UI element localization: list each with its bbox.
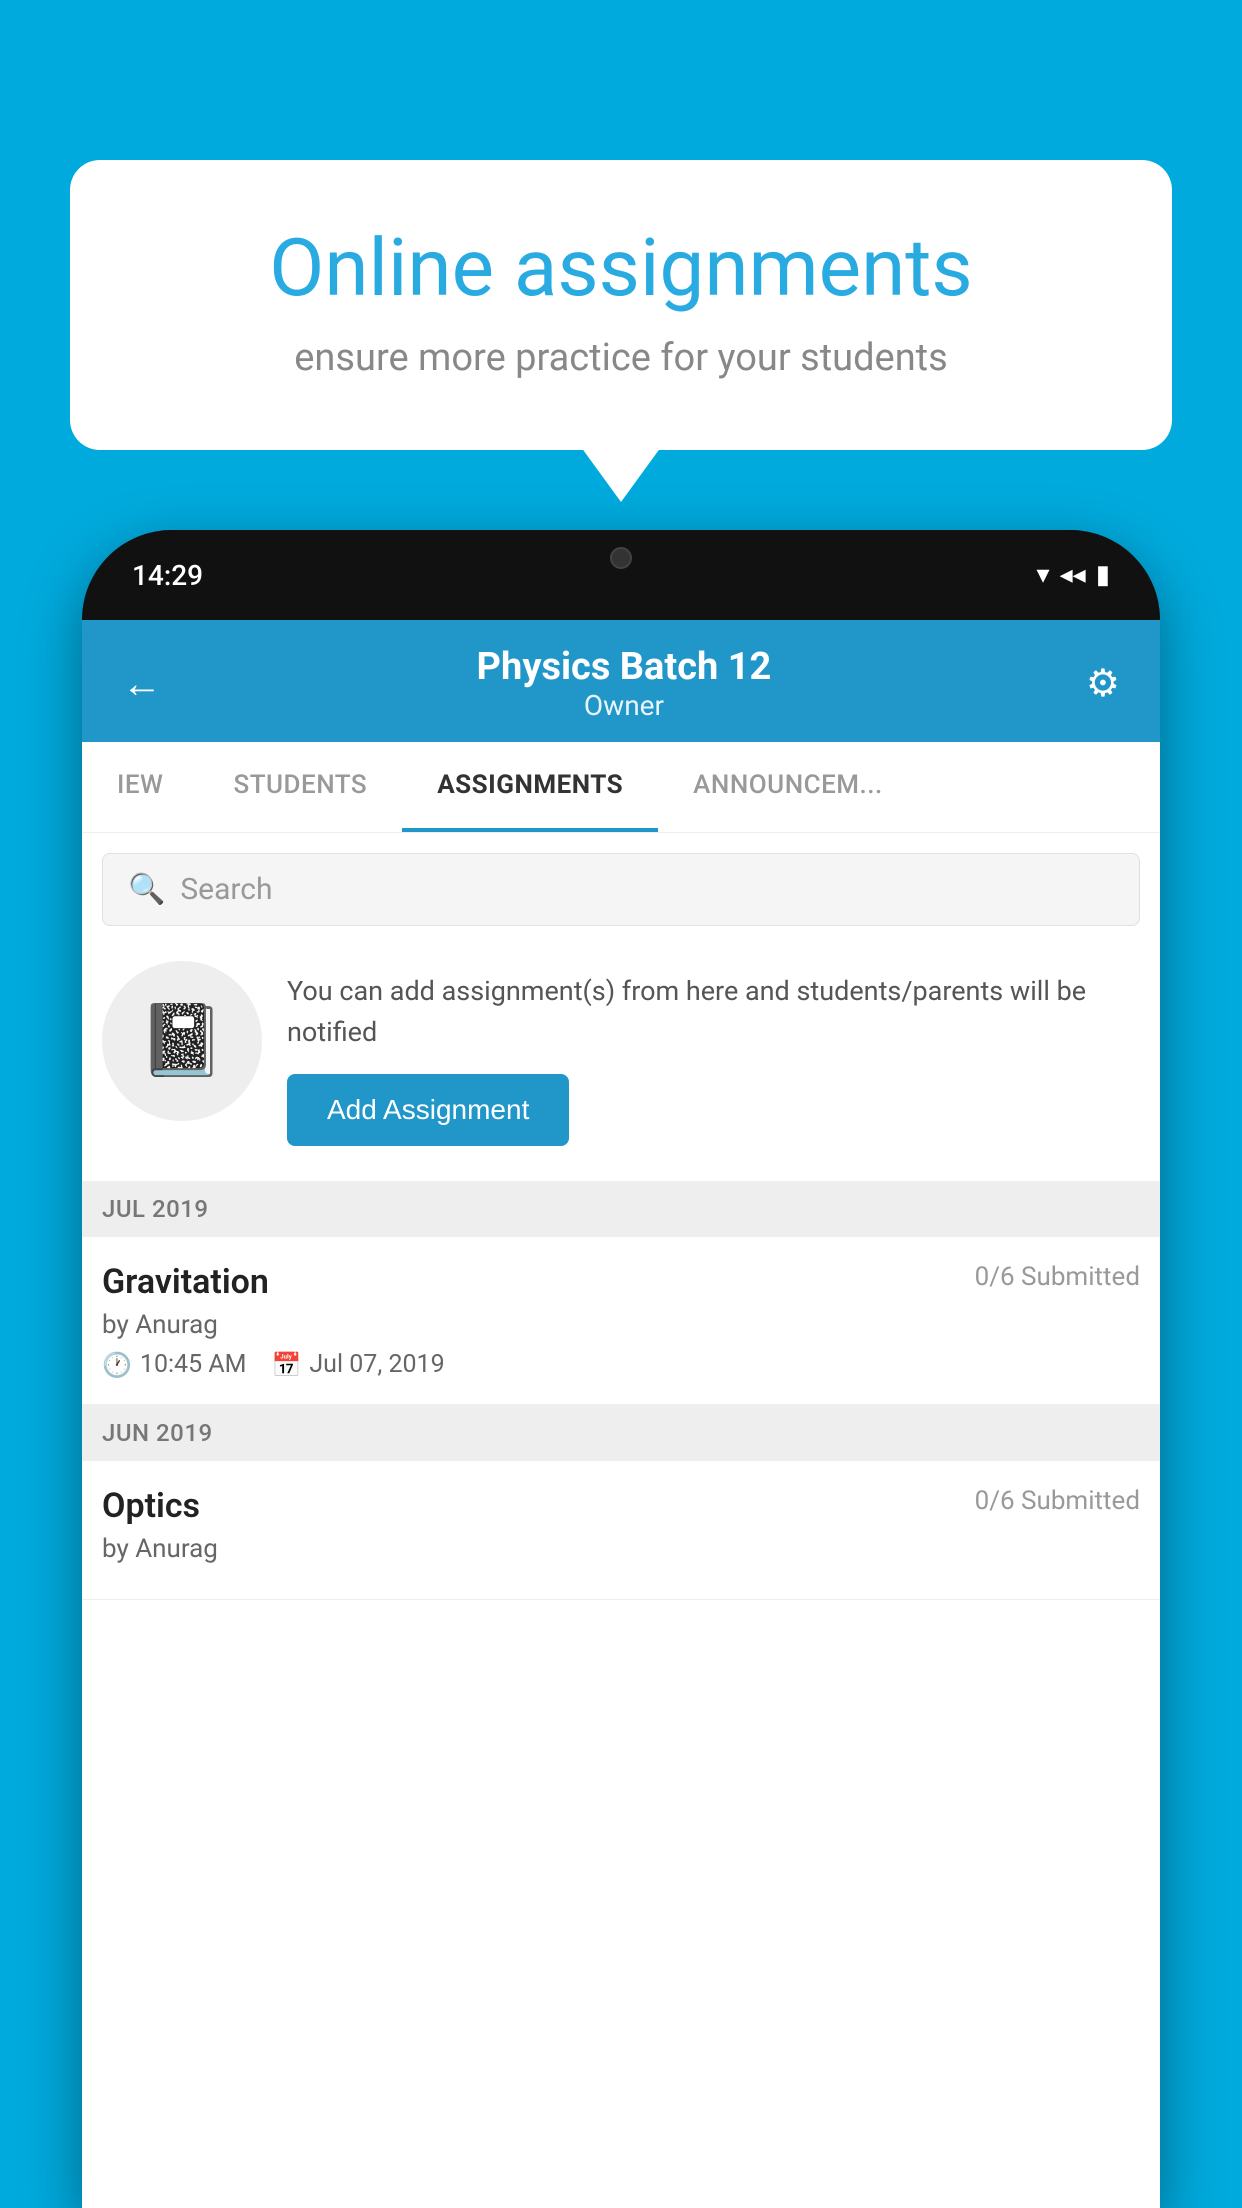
tab-iew[interactable]: IEW [82,742,198,832]
search-container: 🔍 Search [82,833,1160,946]
header-subtitle: Owner [477,689,772,722]
tab-announcements[interactable]: ANNOUNCEM... [658,742,918,832]
assignment-optics-name: Optics [102,1486,200,1526]
section-jul-2019: JUL 2019 [82,1181,1160,1237]
header-center: Physics Batch 12 Owner [477,645,772,722]
speech-bubble-card: Online assignments ensure more practice … [70,160,1172,450]
signal-icon: ◂◂ [1060,560,1086,590]
phone-frame: 14:29 ▾ ◂◂ ▮ ← Physics Batch 12 Owner ⚙ … [82,530,1160,2208]
search-bar[interactable]: 🔍 Search [102,853,1140,926]
tab-assignments[interactable]: ASSIGNMENTS [402,742,658,832]
assignment-gravitation-time: 🕐 10:45 AM [102,1350,246,1379]
assignment-gravitation-submitted: 0/6 Submitted [975,1262,1140,1292]
assignment-gravitation-header: Gravitation 0/6 Submitted [102,1262,1140,1302]
status-bar: 14:29 ▾ ◂◂ ▮ [82,530,1160,620]
assignment-gravitation-date: 📅 Jul 07, 2019 [271,1350,444,1379]
assignment-gravitation-author: by Anurag [102,1310,1140,1340]
battery-icon: ▮ [1096,560,1110,590]
assignment-gravitation-date-value: Jul 07, 2019 [309,1350,444,1379]
tabs-bar: IEW STUDENTS ASSIGNMENTS ANNOUNCEM... [82,742,1160,833]
search-icon: 🔍 [128,872,165,907]
camera-dot [610,547,632,569]
clock-icon: 🕐 [102,1351,132,1379]
notebook-icon: 📓 [138,1000,225,1082]
assignment-icon-circle: 📓 [102,961,262,1121]
status-icons: ▾ ◂◂ ▮ [1037,560,1110,590]
back-button[interactable]: ← [122,660,162,707]
settings-button[interactable]: ⚙ [1086,661,1120,706]
assignment-gravitation-time-value: 10:45 AM [140,1350,247,1379]
assignment-gravitation-meta: 🕐 10:45 AM 📅 Jul 07, 2019 [102,1350,1140,1379]
assignment-optics-author: by Anurag [102,1534,1140,1564]
assignment-gravitation-name: Gravitation [102,1262,269,1302]
section-jun-2019: JUN 2019 [82,1405,1160,1461]
tab-students[interactable]: STUDENTS [198,742,402,832]
phone-notch [541,530,701,585]
assignment-optics-header: Optics 0/6 Submitted [102,1486,1140,1526]
assignment-optics-submitted: 0/6 Submitted [975,1486,1140,1516]
promo-description: You can add assignment(s) from here and … [287,971,1140,1052]
search-placeholder: Search [180,872,272,907]
section-month-label: JUL 2019 [102,1195,209,1223]
phone-time: 14:29 [132,559,203,592]
promo-content: You can add assignment(s) from here and … [287,961,1140,1146]
calendar-icon: 📅 [271,1351,301,1379]
assignment-optics[interactable]: Optics 0/6 Submitted by Anurag [82,1461,1160,1600]
wifi-icon: ▾ [1037,560,1050,590]
bubble-subtitle: ensure more practice for your students [150,336,1092,380]
app-screen: ← Physics Batch 12 Owner ⚙ IEW STUDENTS … [82,620,1160,2208]
assignment-gravitation[interactable]: Gravitation 0/6 Submitted by Anurag 🕐 10… [82,1237,1160,1405]
promo-card: 📓 You can add assignment(s) from here an… [102,946,1140,1161]
header-title: Physics Batch 12 [477,645,772,689]
promo-bubble: Online assignments ensure more practice … [70,160,1172,450]
section-month-label-jun: JUN 2019 [102,1419,213,1447]
add-assignment-button[interactable]: Add Assignment [287,1074,569,1146]
bubble-title: Online assignments [150,220,1092,316]
app-header: ← Physics Batch 12 Owner ⚙ [82,620,1160,742]
